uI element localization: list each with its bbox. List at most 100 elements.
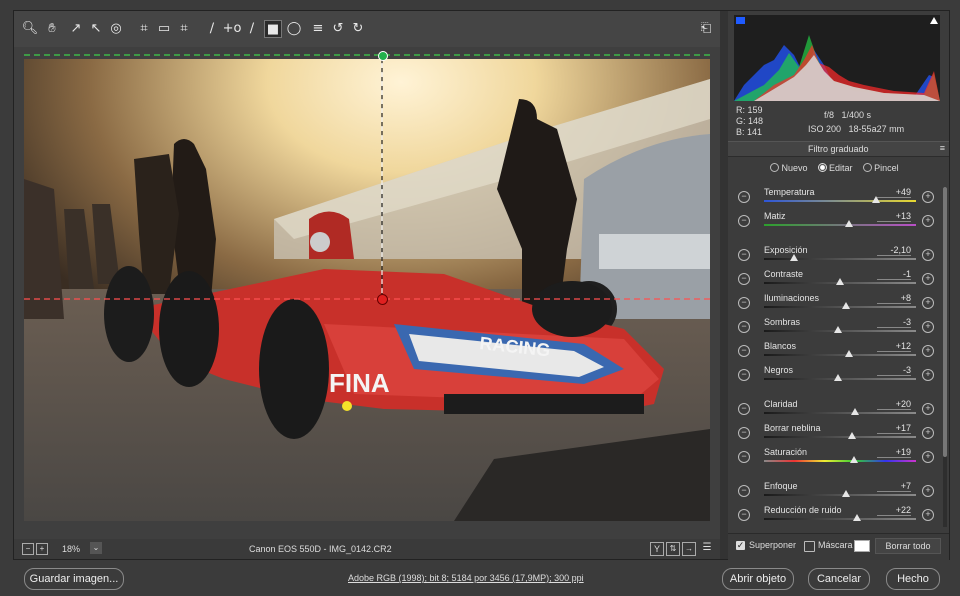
mode-editar[interactable]: Editar bbox=[817, 163, 853, 173]
preview-preferences-icon[interactable]: ☰ bbox=[700, 542, 714, 554]
scrollbar-thumb[interactable] bbox=[943, 187, 947, 457]
graduated-filter-icon[interactable]: ■ bbox=[264, 20, 282, 38]
mode-nuevo[interactable]: Nuevo bbox=[770, 163, 808, 173]
control-slider-track[interactable] bbox=[764, 436, 916, 438]
control-value[interactable]: +17 bbox=[877, 423, 911, 434]
increase-icon[interactable]: + bbox=[922, 345, 934, 357]
control-slider-knob[interactable] bbox=[845, 350, 854, 357]
decrease-icon[interactable]: − bbox=[738, 451, 750, 463]
decrease-icon[interactable]: − bbox=[738, 509, 750, 521]
increase-icon[interactable]: + bbox=[922, 369, 934, 381]
red-pin[interactable] bbox=[377, 294, 388, 305]
control-slider-knob[interactable] bbox=[845, 220, 854, 227]
control-value[interactable]: +12 bbox=[877, 341, 911, 352]
control-value[interactable]: -1 bbox=[877, 269, 911, 280]
clear-all-button[interactable]: Borrar todo bbox=[875, 538, 941, 554]
increase-icon[interactable]: + bbox=[922, 485, 934, 497]
control-value[interactable]: +13 bbox=[877, 211, 911, 222]
zoom-in-button[interactable]: + bbox=[36, 543, 48, 555]
increase-icon[interactable]: + bbox=[922, 297, 934, 309]
straighten-icon[interactable]: ▭ bbox=[156, 20, 172, 36]
control-slider-track[interactable] bbox=[764, 258, 916, 260]
control-slider-track[interactable] bbox=[764, 494, 916, 496]
decrease-icon[interactable]: − bbox=[738, 249, 750, 261]
control-slider-track[interactable] bbox=[764, 518, 916, 520]
increase-icon[interactable]: + bbox=[922, 321, 934, 333]
decrease-icon[interactable]: − bbox=[738, 297, 750, 309]
zoom-icon[interactable]: 🔍︎ bbox=[22, 20, 39, 36]
increase-icon[interactable]: + bbox=[922, 191, 934, 203]
control-slider-knob[interactable] bbox=[842, 302, 851, 309]
increase-icon[interactable]: + bbox=[922, 427, 934, 439]
control-value[interactable]: +8 bbox=[877, 293, 911, 304]
panel-menu-icon[interactable]: ≡ bbox=[940, 143, 945, 153]
control-slider-track[interactable] bbox=[764, 224, 916, 226]
decrease-icon[interactable]: − bbox=[738, 273, 750, 285]
photo-preview[interactable]: FINA RACING bbox=[24, 59, 710, 521]
control-slider-track[interactable] bbox=[764, 460, 916, 462]
mask-color-swatch[interactable] bbox=[854, 540, 870, 552]
decrease-icon[interactable]: − bbox=[738, 345, 750, 357]
control-slider-knob[interactable] bbox=[851, 408, 860, 415]
control-slider-knob[interactable] bbox=[842, 490, 851, 497]
increase-icon[interactable]: + bbox=[922, 509, 934, 521]
copy-settings-icon[interactable]: → bbox=[682, 542, 696, 556]
overlay-checkbox[interactable]: ✓ bbox=[736, 541, 745, 550]
spot-removal-icon[interactable]: ∕ bbox=[204, 20, 220, 36]
control-value[interactable]: +19 bbox=[877, 447, 911, 458]
adjustment-brush-icon[interactable]: ∕ bbox=[244, 20, 260, 36]
decrease-icon[interactable]: − bbox=[738, 191, 750, 203]
color-sampler-icon[interactable]: ↖ bbox=[88, 20, 104, 36]
control-value[interactable]: -3 bbox=[877, 365, 911, 376]
rotate-left-icon[interactable]: ↺ bbox=[330, 20, 346, 36]
mode-pincel[interactable]: Pincel bbox=[862, 163, 899, 173]
control-value[interactable]: +7 bbox=[877, 481, 911, 492]
radial-filter-icon[interactable]: ◯ bbox=[286, 20, 302, 36]
cancel-button[interactable]: Cancelar bbox=[808, 568, 870, 590]
control-value[interactable]: -2,10 bbox=[877, 245, 911, 256]
panel-scrollbar[interactable] bbox=[943, 187, 947, 527]
target-adjust-icon[interactable]: ◎ bbox=[108, 20, 124, 36]
rotate-right-icon[interactable]: ↻ bbox=[350, 20, 366, 36]
control-value[interactable]: +20 bbox=[877, 399, 911, 410]
zoom-dropdown-icon[interactable]: ⌄ bbox=[90, 542, 102, 554]
presets-icon[interactable]: ≡ bbox=[310, 20, 326, 36]
increase-icon[interactable]: + bbox=[922, 215, 934, 227]
control-value[interactable]: +22 bbox=[877, 505, 911, 516]
before-after-icon[interactable]: Y bbox=[650, 542, 664, 556]
decrease-icon[interactable]: − bbox=[738, 321, 750, 333]
zoom-out-button[interactable]: − bbox=[22, 543, 34, 555]
control-value[interactable]: -3 bbox=[877, 317, 911, 328]
control-slider-knob[interactable] bbox=[848, 432, 857, 439]
decrease-icon[interactable]: − bbox=[738, 403, 750, 415]
control-slider-knob[interactable] bbox=[834, 326, 843, 333]
control-slider-track[interactable] bbox=[764, 306, 916, 308]
increase-icon[interactable]: + bbox=[922, 249, 934, 261]
transform-icon[interactable]: ⌗ bbox=[176, 20, 192, 36]
decrease-icon[interactable]: − bbox=[738, 369, 750, 381]
swap-icon[interactable]: ⇅ bbox=[666, 542, 680, 556]
workflow-options-link[interactable]: Adobe RGB (1998); bit 8; 5184 por 3456 (… bbox=[348, 573, 584, 583]
zoom-level[interactable]: 18% bbox=[62, 544, 80, 554]
increase-icon[interactable]: + bbox=[922, 273, 934, 285]
open-object-button[interactable]: Abrir objeto bbox=[722, 568, 794, 590]
decrease-icon[interactable]: − bbox=[738, 215, 750, 227]
hand-icon[interactable]: ✋︎ bbox=[44, 20, 60, 36]
decrease-icon[interactable]: − bbox=[738, 427, 750, 439]
done-button[interactable]: Hecho bbox=[886, 568, 940, 590]
graduated-filter-top-line[interactable] bbox=[14, 47, 720, 67]
control-slider-knob[interactable] bbox=[836, 278, 844, 285]
control-slider-track[interactable] bbox=[764, 412, 916, 414]
white-balance-icon[interactable]: ↗ bbox=[68, 20, 84, 36]
crop-icon[interactable]: ⌗ bbox=[136, 20, 152, 36]
control-value[interactable]: +49 bbox=[877, 187, 911, 198]
save-image-button[interactable]: Guardar imagen... bbox=[24, 568, 124, 590]
fullscreen-icon[interactable]: ⎗ bbox=[698, 20, 714, 36]
control-slider-track[interactable] bbox=[764, 200, 916, 202]
green-pin[interactable] bbox=[378, 51, 388, 61]
increase-icon[interactable]: + bbox=[922, 451, 934, 463]
control-slider-knob[interactable] bbox=[849, 456, 858, 463]
increase-icon[interactable]: + bbox=[922, 403, 934, 415]
control-slider-knob[interactable] bbox=[852, 514, 861, 521]
control-slider-knob[interactable] bbox=[872, 196, 881, 203]
